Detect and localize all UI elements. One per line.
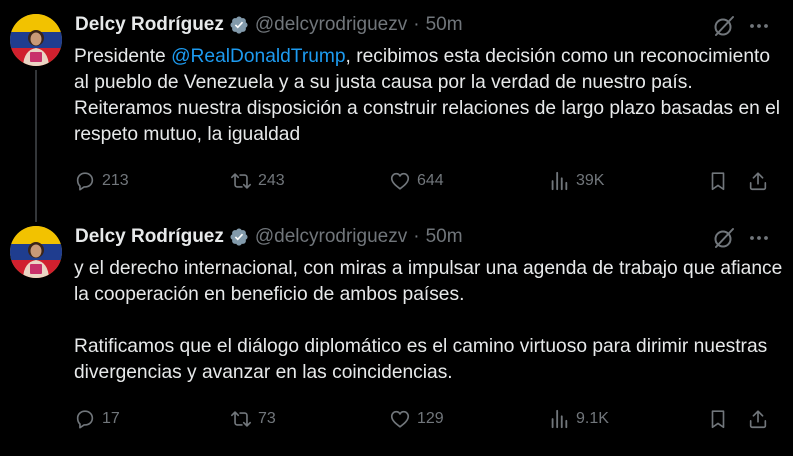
views-button[interactable]: 9.1K bbox=[548, 406, 609, 432]
view-count: 39K bbox=[576, 172, 605, 189]
share-button[interactable] bbox=[747, 406, 769, 432]
tweet-text: y el derecho internacional, con miras a … bbox=[74, 256, 784, 386]
heart-icon bbox=[390, 410, 410, 428]
reply-icon bbox=[76, 172, 94, 191]
share-button[interactable] bbox=[747, 168, 769, 194]
views-icon bbox=[551, 409, 568, 429]
tweet-paragraph: y el derecho internacional, con miras a … bbox=[74, 258, 783, 305]
more-icon[interactable] bbox=[747, 14, 771, 38]
bookmark-icon bbox=[711, 410, 725, 429]
reply-button[interactable]: 17 bbox=[74, 406, 120, 432]
tweet-paragraph: Ratificamos que el diálogo diplomático e… bbox=[74, 336, 768, 383]
separator-dot: · bbox=[413, 14, 420, 35]
verified-badge-icon bbox=[230, 16, 248, 34]
like-count: 644 bbox=[417, 172, 444, 189]
timestamp[interactable]: 50m bbox=[426, 226, 463, 248]
bookmark-button[interactable] bbox=[707, 406, 729, 432]
repost-count: 243 bbox=[258, 172, 285, 189]
author-name[interactable]: Delcy Rodríguez bbox=[75, 226, 224, 248]
tweet-header: Delcy Rodríguez @delcyrodriguezv · 50m bbox=[75, 12, 463, 38]
bookmark-button[interactable] bbox=[707, 168, 729, 194]
view-count: 9.1K bbox=[576, 410, 609, 427]
action-bar: 213 243 644 39K bbox=[74, 168, 774, 194]
share-icon bbox=[749, 172, 767, 191]
author-handle[interactable]: @delcyrodriguezv bbox=[255, 14, 407, 36]
repost-button[interactable]: 243 bbox=[230, 168, 285, 194]
tweet-1[interactable]: Delcy Rodríguez @delcyrodriguezv · 50m P… bbox=[0, 0, 793, 222]
author-handle[interactable]: @delcyrodriguezv bbox=[255, 226, 407, 248]
reply-button[interactable]: 213 bbox=[74, 168, 129, 194]
avatar-image bbox=[10, 226, 62, 278]
author-name[interactable]: Delcy Rodríguez bbox=[75, 14, 224, 36]
repost-button[interactable]: 73 bbox=[230, 406, 276, 432]
repost-count: 73 bbox=[258, 410, 276, 427]
tweet-text-start: Presidente bbox=[74, 46, 172, 67]
timestamp[interactable]: 50m bbox=[426, 14, 463, 36]
repost-icon bbox=[231, 411, 251, 427]
mention-link[interactable]: @RealDonaldTrump bbox=[171, 46, 345, 67]
views-icon bbox=[551, 171, 568, 191]
bookmark-icon bbox=[711, 172, 725, 191]
views-button[interactable]: 39K bbox=[548, 168, 604, 194]
reply-icon bbox=[76, 410, 94, 429]
reply-count: 213 bbox=[102, 172, 129, 189]
action-bar: 17 73 129 9.1K bbox=[74, 406, 774, 432]
like-button[interactable]: 644 bbox=[389, 168, 444, 194]
heart-icon bbox=[390, 172, 410, 190]
avatar[interactable] bbox=[10, 226, 62, 278]
avatar-image bbox=[10, 14, 62, 66]
tweet-header: Delcy Rodríguez @delcyrodriguezv · 50m bbox=[75, 224, 463, 250]
separator-dot: · bbox=[413, 226, 420, 247]
tweet-text: Presidente @RealDonaldTrump, recibimos e… bbox=[74, 44, 784, 148]
grok-icon[interactable] bbox=[712, 226, 736, 250]
avatar[interactable] bbox=[10, 14, 62, 66]
reply-count: 17 bbox=[102, 410, 120, 427]
thread-connector-line bbox=[35, 70, 37, 222]
share-icon bbox=[749, 410, 767, 429]
repost-icon bbox=[231, 173, 251, 189]
more-icon[interactable] bbox=[747, 226, 771, 250]
verified-badge-icon bbox=[230, 228, 248, 246]
like-button[interactable]: 129 bbox=[389, 406, 444, 432]
grok-icon[interactable] bbox=[712, 14, 736, 38]
like-count: 129 bbox=[417, 410, 444, 427]
tweet-2[interactable]: Delcy Rodríguez @delcyrodriguezv · 50m y… bbox=[0, 212, 793, 456]
